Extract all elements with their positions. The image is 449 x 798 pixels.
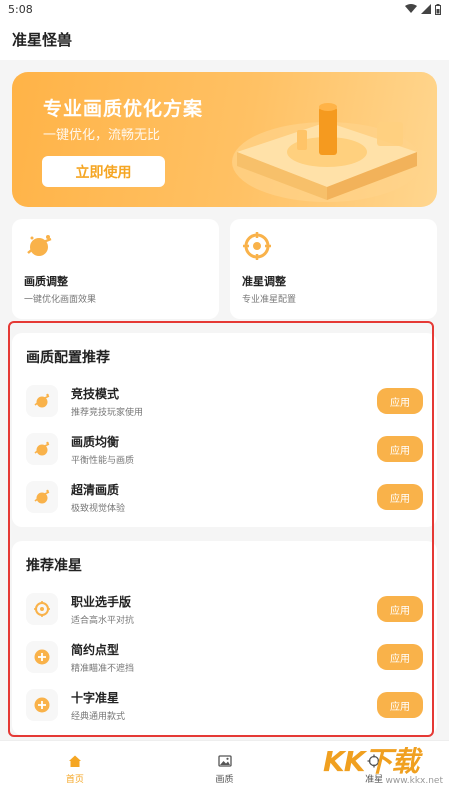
- item-name: 超清画质: [71, 482, 120, 497]
- planet-icon: [27, 235, 52, 256]
- apply-button[interactable]: 应用: [377, 484, 423, 510]
- crosshair-icon: [243, 232, 271, 260]
- section-title: 推荐准星: [26, 558, 82, 574]
- quick-card-crosshair[interactable]: 准星调整 专业准星配置: [230, 219, 437, 319]
- plus-circle-icon: [26, 689, 58, 721]
- banner-illustration: [232, 103, 422, 202]
- watermark-logo: KK下载: [323, 745, 419, 778]
- quick-card-subtitle: 一键优化画面效果: [24, 295, 97, 305]
- list-item: 超清画质 极致视觉体验 应用: [26, 473, 423, 521]
- list-item: 职业选手版 适合高水平对抗 应用: [26, 585, 423, 633]
- banner-title: 专业画质优化方案: [43, 98, 204, 120]
- section-title: 画质配置推荐: [26, 350, 110, 366]
- watermark: KK下载 www.kkx.net: [323, 740, 443, 792]
- apply-button[interactable]: 应用: [377, 644, 423, 670]
- item-desc: 适合高水平对抗: [71, 615, 135, 626]
- main-content[interactable]: 专业画质优化方案 一键优化，流畅无比 立即使用 画质调整 一键优化画面效果 准星…: [0, 60, 449, 740]
- wifi-icon: [405, 4, 417, 13]
- apply-button[interactable]: 应用: [377, 692, 423, 718]
- page-title: 准星怪兽: [12, 30, 73, 49]
- nav-quality[interactable]: 画质: [150, 741, 300, 798]
- quick-card-title: 画质调整: [24, 275, 68, 288]
- list-item: 简约点型 精准瞄准不遮挡 应用: [26, 633, 423, 681]
- quality-presets-section: 画质配置推荐 竞技模式 推荐竞技玩家使用 应用 画质均衡 平衡性能与画质 应用: [12, 333, 437, 527]
- list-item: 画质均衡 平衡性能与画质 应用: [26, 425, 423, 473]
- apply-button[interactable]: 应用: [377, 388, 423, 414]
- apply-button[interactable]: 应用: [377, 436, 423, 462]
- crosshair-presets-section: 推荐准星 职业选手版 适合高水平对抗 应用 简约点型 精准瞄准不遮挡 应用 十字…: [12, 541, 437, 735]
- item-desc: 极致视觉体验: [71, 503, 126, 514]
- signal-icon: [421, 4, 431, 14]
- apply-button[interactable]: 应用: [377, 596, 423, 622]
- quick-card-title: 准星调整: [242, 275, 286, 288]
- app-header: 准星怪兽: [0, 18, 449, 60]
- quick-card-quality[interactable]: 画质调整 一键优化画面效果: [12, 219, 219, 319]
- promo-banner[interactable]: 专业画质优化方案 一键优化，流畅无比 立即使用: [12, 72, 437, 207]
- status-bar: 5:08: [0, 0, 449, 18]
- item-desc: 经典通用款式: [71, 711, 126, 722]
- planet-icon: [26, 385, 58, 417]
- item-name: 竞技模式: [71, 386, 120, 401]
- item-desc: 平衡性能与画质: [71, 455, 135, 466]
- list-item: 十字准星 经典通用款式 应用: [26, 681, 423, 729]
- list-item: 竞技模式 推荐竞技玩家使用 应用: [26, 377, 423, 425]
- quick-actions: 画质调整 一键优化画面效果 准星调整 专业准星配置: [12, 219, 437, 319]
- battery-icon: [435, 3, 441, 15]
- item-name: 十字准星: [71, 690, 120, 705]
- status-icons: [405, 3, 441, 15]
- plus-circle-icon: [26, 641, 58, 673]
- nav-home[interactable]: 首页: [0, 741, 150, 798]
- home-icon: [68, 755, 81, 767]
- planet-icon: [26, 433, 58, 465]
- quick-card-subtitle: 专业准星配置: [242, 295, 297, 305]
- use-now-button[interactable]: 立即使用: [42, 156, 165, 187]
- image-icon: [217, 755, 232, 767]
- item-desc: 精准瞄准不遮挡: [71, 663, 135, 674]
- nav-label: 画质: [215, 775, 234, 785]
- status-time: 5:08: [8, 2, 33, 16]
- banner-subtitle: 一键优化，流畅无比: [43, 128, 161, 143]
- item-name: 画质均衡: [71, 434, 120, 449]
- nav-label: 首页: [65, 775, 84, 785]
- crosshair-icon: [26, 593, 58, 625]
- planet-icon: [26, 481, 58, 513]
- item-name: 职业选手版: [71, 594, 132, 609]
- item-name: 简约点型: [71, 642, 120, 657]
- item-desc: 推荐竞技玩家使用: [71, 407, 144, 418]
